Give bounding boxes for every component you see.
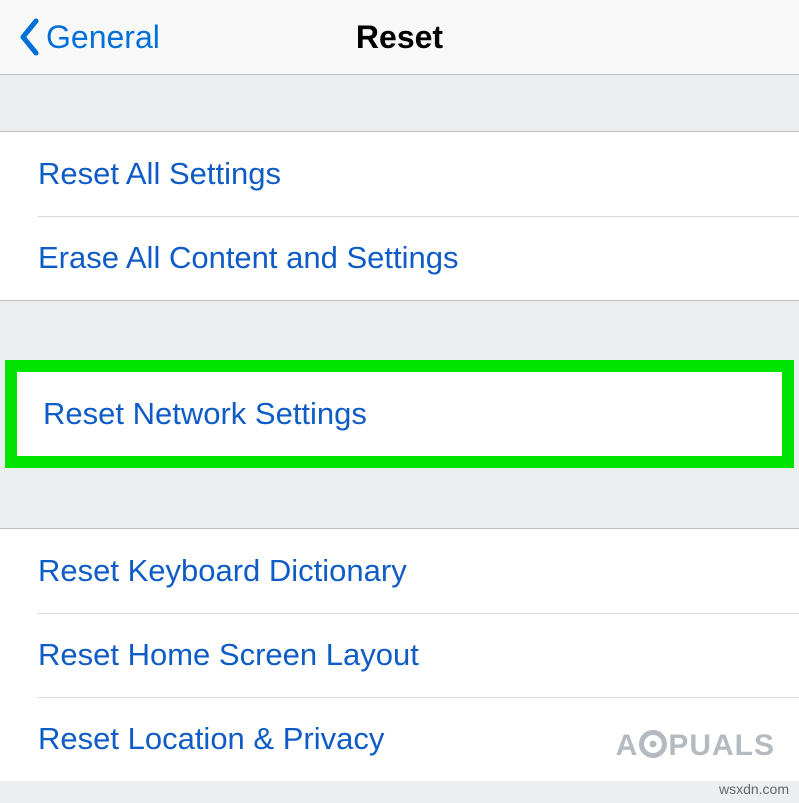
reset-home-screen-layout-row[interactable]: Reset Home Screen Layout [0,613,799,697]
section-gap [0,75,799,131]
back-label: General [46,19,160,56]
back-button[interactable]: General [0,18,160,56]
reset-keyboard-dictionary-row[interactable]: Reset Keyboard Dictionary [0,529,799,613]
reset-network-settings-row[interactable]: Reset Network Settings [17,372,782,456]
settings-group-1: Reset All Settings Erase All Content and… [0,131,799,301]
reset-all-settings-row[interactable]: Reset All Settings [0,132,799,216]
reset-location-privacy-row[interactable]: Reset Location & Privacy [0,697,799,781]
chevron-left-icon [18,18,40,56]
erase-all-content-row[interactable]: Erase All Content and Settings [0,216,799,300]
highlight-box: Reset Network Settings [5,360,794,468]
section-gap [0,468,799,528]
settings-group-2: Reset Network Settings [17,372,782,456]
nav-bar: General Reset [0,0,799,75]
settings-group-3: Reset Keyboard Dictionary Reset Home Scr… [0,528,799,781]
page-title: Reset [356,19,443,56]
section-gap [0,301,799,361]
source-label: wsxdn.com [719,781,789,797]
